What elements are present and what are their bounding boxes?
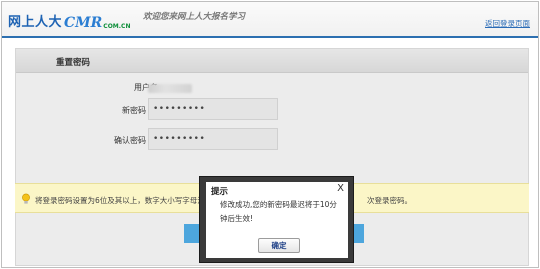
tip-text-left: 将登录密码设置为6位及其以上，数字大小写字母混合 <box>35 196 213 205</box>
new-password-field[interactable] <box>148 98 278 120</box>
new-password-label: 新密码 <box>122 106 146 115</box>
logo-text: 网上人大 <box>8 15 63 30</box>
alert-dialog: 提示 X 修改成功,您的新密码最迟将于10分钟后生效! 确定 <box>206 182 348 258</box>
confirm-password-field[interactable] <box>148 128 278 150</box>
username-value-redacted <box>148 84 192 93</box>
panel-title: 重置密码 <box>56 58 91 68</box>
page-frame: 网上人大 CMR COM.CN 欢迎您来网上人大报名学习 返回登录页面 重置密码… <box>1 1 539 268</box>
lightbulb-icon <box>22 193 30 204</box>
confirm-password-label: 确认密码 <box>114 136 146 145</box>
ok-button[interactable]: 确定 <box>258 238 300 253</box>
panel-header: 重置密码 <box>16 49 528 73</box>
tip-text-right: 次登录密码。 <box>367 196 412 205</box>
site-header: 网上人大 CMR COM.CN 欢迎您来网上人大报名学习 返回登录页面 <box>2 2 538 38</box>
site-logo[interactable]: 网上人大 CMR COM.CN <box>8 9 130 31</box>
welcome-text: 欢迎您来网上人大报名学习 <box>143 12 246 22</box>
dialog-title: 提示 <box>211 187 229 197</box>
dialog-message: 修改成功,您的新密码最迟将于10分钟后生效! <box>220 200 337 223</box>
logo-cmr: CMR <box>64 15 103 31</box>
close-icon[interactable]: X <box>337 183 344 195</box>
logo-domain: COM.CN <box>103 23 131 30</box>
return-login-link[interactable]: 返回登录页面 <box>485 18 530 29</box>
